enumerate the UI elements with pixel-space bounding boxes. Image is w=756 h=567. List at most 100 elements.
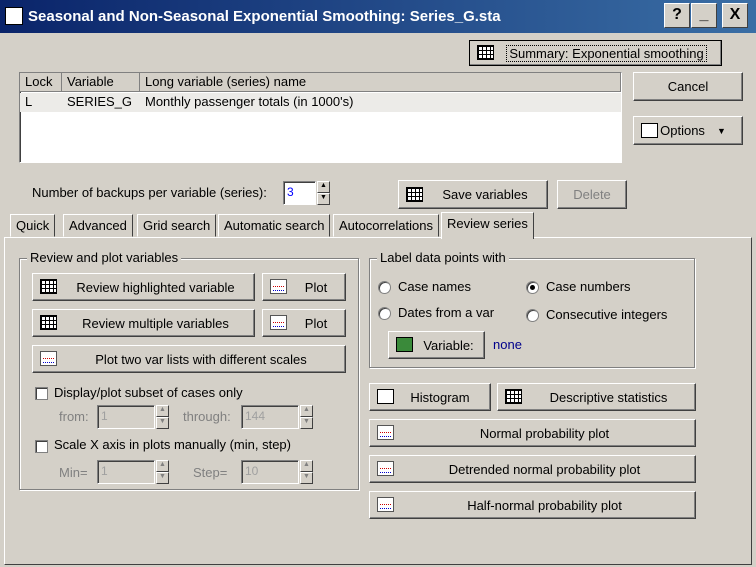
histogram-icon <box>377 389 394 404</box>
cancel-button[interactable]: Cancel <box>633 72 743 101</box>
tab-review-series[interactable]: Review series <box>441 212 534 239</box>
from-up-button[interactable]: ▲ <box>156 405 169 417</box>
radio-case-numbers[interactable] <box>526 281 539 294</box>
plot-label-2: Plot <box>304 315 328 331</box>
through-up-button[interactable]: ▲ <box>300 405 313 417</box>
summary-button[interactable]: Summary: Exponential smoothing <box>469 40 722 66</box>
review-highlighted-label: Review highlighted variable <box>76 279 235 295</box>
probability-plot-icon <box>377 497 394 512</box>
step-input[interactable]: 10 <box>241 460 299 484</box>
plot-two-lists-button[interactable]: Plot two var lists with different scales <box>32 345 346 373</box>
descriptive-statistics-label: Descriptive statistics <box>549 389 668 405</box>
dates-label: Dates from a var <box>398 305 495 320</box>
options-button[interactable]: Options ▼ <box>633 116 743 145</box>
normal-probability-plot-button[interactable]: Normal probability plot <box>369 419 696 447</box>
half-normal-probability-plot-label: Half-normal probability plot <box>467 497 622 513</box>
plot-label-1: Plot <box>304 279 328 295</box>
save-variables-button[interactable]: Save variables <box>398 180 548 209</box>
table-icon <box>505 389 522 404</box>
review-multiple-button[interactable]: Review multiple variables <box>32 309 255 337</box>
backups-down-button[interactable]: ▼ <box>317 193 330 205</box>
tab-grid-search[interactable]: Grid search <box>137 214 217 237</box>
help-button[interactable]: ? <box>664 3 690 28</box>
half-normal-probability-plot-button[interactable]: Half-normal probability plot <box>369 491 696 519</box>
backups-input[interactable]: 3 <box>283 181 316 205</box>
step-up-button[interactable]: ▲ <box>300 460 313 472</box>
probability-plot-icon <box>377 425 394 440</box>
cell-name: Monthly passenger totals (in 1000's) <box>145 94 354 109</box>
options-icon <box>641 122 658 138</box>
summary-button-label: Summary: Exponential smoothing <box>506 44 707 62</box>
line-plot-icon <box>270 315 287 330</box>
descriptive-statistics-button[interactable]: Descriptive statistics <box>497 383 696 411</box>
from-label: from: <box>59 409 89 424</box>
detrended-probability-plot-button[interactable]: Detrended normal probability plot <box>369 455 696 483</box>
line-plot-icon <box>40 351 57 366</box>
through-down-button[interactable]: ▼ <box>300 417 313 429</box>
minimize-button[interactable]: _ <box>691 3 717 28</box>
plot-two-lists-label: Plot two var lists with different scales <box>95 351 307 367</box>
step-label: Step= <box>193 465 228 480</box>
case-numbers-label: Case numbers <box>546 279 631 294</box>
histogram-label: Histogram <box>410 389 470 405</box>
close-button[interactable]: X <box>722 3 748 28</box>
window-title: Seasonal and Non-Seasonal Exponential Sm… <box>28 8 501 25</box>
save-icon <box>406 186 423 202</box>
review-highlighted-button[interactable]: Review highlighted variable <box>32 273 255 301</box>
consecutive-label: Consecutive integers <box>546 307 668 322</box>
chevron-down-icon: ▼ <box>716 125 726 136</box>
radio-consecutive[interactable] <box>526 309 539 322</box>
scale-label: Scale X axis in plots manually (min, ste… <box>54 437 291 452</box>
step-down-button[interactable]: ▼ <box>300 472 313 484</box>
normal-probability-plot-label: Normal probability plot <box>479 425 610 441</box>
tab-automatic-search[interactable]: Automatic search <box>218 214 331 237</box>
min-up-button[interactable]: ▲ <box>156 460 169 472</box>
column-header-variable[interactable]: Variable <box>62 73 140 92</box>
from-input[interactable]: 1 <box>97 405 155 429</box>
variable-button[interactable]: Variable: <box>388 331 485 359</box>
cell-lock: L <box>25 94 33 109</box>
subset-checkbox[interactable] <box>35 387 48 400</box>
tab-advanced[interactable]: Advanced <box>63 214 133 237</box>
column-header-lock[interactable]: Lock <box>20 73 62 92</box>
detrended-probability-plot-label: Detrended normal probability plot <box>448 461 641 477</box>
variable-icon <box>396 337 413 352</box>
review-multiple-label: Review multiple variables <box>82 315 229 331</box>
table-icon <box>40 279 57 294</box>
min-input[interactable]: 1 <box>97 460 155 484</box>
save-variables-label: Save variables <box>442 187 528 202</box>
variable-table[interactable]: Lock Variable Long variable (series) nam… <box>19 72 622 163</box>
app-icon <box>5 7 23 25</box>
radio-dates[interactable] <box>378 307 391 320</box>
label-group-title: Label data points with <box>377 250 509 265</box>
review-group-title: Review and plot variables <box>27 250 182 265</box>
line-plot-icon <box>270 279 287 294</box>
table-row[interactable]: L SERIES_G Monthly passenger totals (in … <box>20 93 621 112</box>
table-icon <box>40 315 57 330</box>
radio-case-names[interactable] <box>378 281 391 294</box>
probability-plot-icon <box>377 461 394 476</box>
tab-quick[interactable]: Quick <box>10 214 56 237</box>
plot-button-1[interactable]: Plot <box>262 273 346 301</box>
min-label: Min= <box>59 465 88 480</box>
through-label: through: <box>183 409 231 424</box>
cell-variable: SERIES_G <box>67 94 133 109</box>
min-down-button[interactable]: ▼ <box>156 472 169 484</box>
subset-label: Display/plot subset of cases only <box>54 385 243 400</box>
backups-up-button[interactable]: ▲ <box>317 181 330 193</box>
title-bar: Seasonal and Non-Seasonal Exponential Sm… <box>0 0 756 33</box>
case-names-label: Case names <box>398 279 471 294</box>
variable-button-label: Variable: <box>423 337 474 353</box>
options-label: Options <box>660 123 705 138</box>
column-header-name[interactable]: Long variable (series) name <box>140 73 621 92</box>
from-down-button[interactable]: ▼ <box>156 417 169 429</box>
histogram-button[interactable]: Histogram <box>369 383 491 411</box>
backups-label: Number of backups per variable (series): <box>32 185 267 200</box>
variable-value: none <box>493 337 522 352</box>
tab-autocorrelations[interactable]: Autocorrelations <box>333 214 439 237</box>
plot-button-2[interactable]: Plot <box>262 309 346 337</box>
through-input[interactable]: 144 <box>241 405 299 429</box>
table-icon <box>477 45 494 60</box>
scale-checkbox[interactable] <box>35 440 48 453</box>
delete-button[interactable]: Delete <box>557 180 627 209</box>
